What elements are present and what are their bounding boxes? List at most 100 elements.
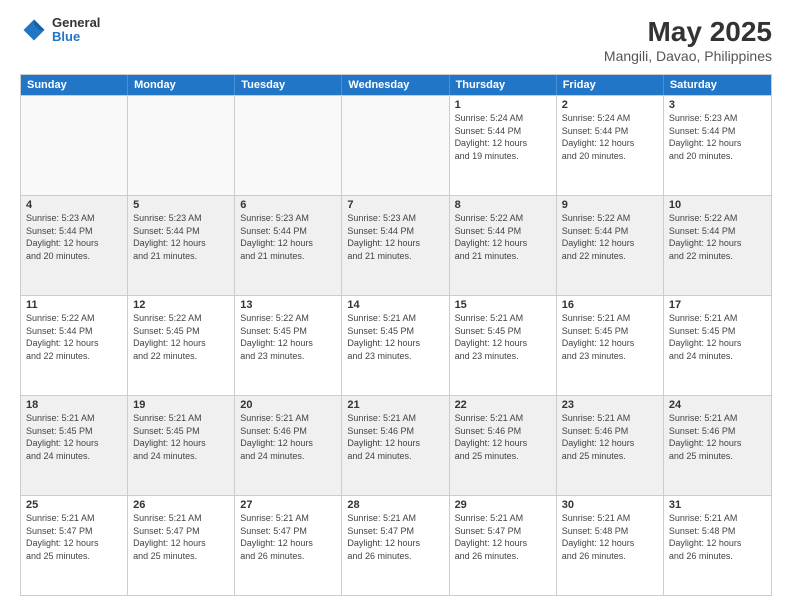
day-cell-4: 4Sunrise: 5:23 AMSunset: 5:44 PMDaylight…: [21, 196, 128, 295]
day-cell-16: 16Sunrise: 5:21 AMSunset: 5:45 PMDayligh…: [557, 296, 664, 395]
day-cell-3: 3Sunrise: 5:23 AMSunset: 5:44 PMDaylight…: [664, 96, 771, 195]
empty-cell: [21, 96, 128, 195]
day-number: 11: [26, 299, 122, 311]
day-number: 16: [562, 299, 658, 311]
calendar-header: SundayMondayTuesdayWednesdayThursdayFrid…: [21, 75, 771, 95]
day-number: 23: [562, 399, 658, 411]
page: General Blue May 2025 Mangili, Davao, Ph…: [0, 0, 792, 612]
day-number: 12: [133, 299, 229, 311]
calendar-subtitle: Mangili, Davao, Philippines: [604, 48, 772, 64]
day-number: 20: [240, 399, 336, 411]
day-number: 24: [669, 399, 766, 411]
day-info: Sunrise: 5:23 AMSunset: 5:44 PMDaylight:…: [133, 212, 229, 262]
logo-text: General Blue: [52, 16, 100, 45]
day-info: Sunrise: 5:22 AMSunset: 5:44 PMDaylight:…: [669, 212, 766, 262]
day-info: Sunrise: 5:21 AMSunset: 5:47 PMDaylight:…: [133, 512, 229, 562]
day-info: Sunrise: 5:23 AMSunset: 5:44 PMDaylight:…: [26, 212, 122, 262]
day-number: 13: [240, 299, 336, 311]
week-row-5: 25Sunrise: 5:21 AMSunset: 5:47 PMDayligh…: [21, 495, 771, 595]
day-cell-22: 22Sunrise: 5:21 AMSunset: 5:46 PMDayligh…: [450, 396, 557, 495]
day-info: Sunrise: 5:21 AMSunset: 5:45 PMDaylight:…: [455, 312, 551, 362]
day-number: 22: [455, 399, 551, 411]
day-info: Sunrise: 5:21 AMSunset: 5:46 PMDaylight:…: [347, 412, 443, 462]
day-number: 28: [347, 499, 443, 511]
day-info: Sunrise: 5:21 AMSunset: 5:48 PMDaylight:…: [562, 512, 658, 562]
day-cell-6: 6Sunrise: 5:23 AMSunset: 5:44 PMDaylight…: [235, 196, 342, 295]
header: General Blue May 2025 Mangili, Davao, Ph…: [20, 16, 772, 64]
day-cell-30: 30Sunrise: 5:21 AMSunset: 5:48 PMDayligh…: [557, 496, 664, 595]
day-info: Sunrise: 5:21 AMSunset: 5:45 PMDaylight:…: [26, 412, 122, 462]
day-cell-9: 9Sunrise: 5:22 AMSunset: 5:44 PMDaylight…: [557, 196, 664, 295]
day-cell-1: 1Sunrise: 5:24 AMSunset: 5:44 PMDaylight…: [450, 96, 557, 195]
day-number: 3: [669, 99, 766, 111]
day-cell-29: 29Sunrise: 5:21 AMSunset: 5:47 PMDayligh…: [450, 496, 557, 595]
logo: General Blue: [20, 16, 100, 45]
day-cell-15: 15Sunrise: 5:21 AMSunset: 5:45 PMDayligh…: [450, 296, 557, 395]
calendar-title: May 2025: [604, 16, 772, 48]
day-info: Sunrise: 5:22 AMSunset: 5:44 PMDaylight:…: [562, 212, 658, 262]
header-day-friday: Friday: [557, 75, 664, 95]
day-info: Sunrise: 5:22 AMSunset: 5:44 PMDaylight:…: [26, 312, 122, 362]
header-day-saturday: Saturday: [664, 75, 771, 95]
day-info: Sunrise: 5:21 AMSunset: 5:45 PMDaylight:…: [347, 312, 443, 362]
day-cell-12: 12Sunrise: 5:22 AMSunset: 5:45 PMDayligh…: [128, 296, 235, 395]
day-cell-27: 27Sunrise: 5:21 AMSunset: 5:47 PMDayligh…: [235, 496, 342, 595]
day-info: Sunrise: 5:21 AMSunset: 5:45 PMDaylight:…: [669, 312, 766, 362]
day-info: Sunrise: 5:21 AMSunset: 5:46 PMDaylight:…: [562, 412, 658, 462]
day-number: 15: [455, 299, 551, 311]
day-number: 17: [669, 299, 766, 311]
day-info: Sunrise: 5:23 AMSunset: 5:44 PMDaylight:…: [347, 212, 443, 262]
week-row-3: 11Sunrise: 5:22 AMSunset: 5:44 PMDayligh…: [21, 295, 771, 395]
day-number: 18: [26, 399, 122, 411]
day-cell-23: 23Sunrise: 5:21 AMSunset: 5:46 PMDayligh…: [557, 396, 664, 495]
day-number: 8: [455, 199, 551, 211]
empty-cell: [235, 96, 342, 195]
day-cell-21: 21Sunrise: 5:21 AMSunset: 5:46 PMDayligh…: [342, 396, 449, 495]
day-number: 7: [347, 199, 443, 211]
header-day-sunday: Sunday: [21, 75, 128, 95]
day-number: 5: [133, 199, 229, 211]
day-info: Sunrise: 5:21 AMSunset: 5:45 PMDaylight:…: [562, 312, 658, 362]
calendar-body: 1Sunrise: 5:24 AMSunset: 5:44 PMDaylight…: [21, 95, 771, 595]
day-number: 29: [455, 499, 551, 511]
day-cell-13: 13Sunrise: 5:22 AMSunset: 5:45 PMDayligh…: [235, 296, 342, 395]
day-info: Sunrise: 5:22 AMSunset: 5:45 PMDaylight:…: [133, 312, 229, 362]
day-info: Sunrise: 5:21 AMSunset: 5:45 PMDaylight:…: [133, 412, 229, 462]
day-cell-31: 31Sunrise: 5:21 AMSunset: 5:48 PMDayligh…: [664, 496, 771, 595]
day-info: Sunrise: 5:21 AMSunset: 5:47 PMDaylight:…: [26, 512, 122, 562]
day-cell-18: 18Sunrise: 5:21 AMSunset: 5:45 PMDayligh…: [21, 396, 128, 495]
day-cell-28: 28Sunrise: 5:21 AMSunset: 5:47 PMDayligh…: [342, 496, 449, 595]
day-info: Sunrise: 5:21 AMSunset: 5:46 PMDaylight:…: [455, 412, 551, 462]
day-cell-2: 2Sunrise: 5:24 AMSunset: 5:44 PMDaylight…: [557, 96, 664, 195]
logo-general: General: [52, 16, 100, 30]
week-row-2: 4Sunrise: 5:23 AMSunset: 5:44 PMDaylight…: [21, 195, 771, 295]
empty-cell: [342, 96, 449, 195]
day-info: Sunrise: 5:24 AMSunset: 5:44 PMDaylight:…: [455, 112, 551, 162]
day-info: Sunrise: 5:22 AMSunset: 5:45 PMDaylight:…: [240, 312, 336, 362]
empty-cell: [128, 96, 235, 195]
calendar: SundayMondayTuesdayWednesdayThursdayFrid…: [20, 74, 772, 596]
logo-icon: [20, 16, 48, 44]
day-number: 30: [562, 499, 658, 511]
header-day-monday: Monday: [128, 75, 235, 95]
day-info: Sunrise: 5:21 AMSunset: 5:47 PMDaylight:…: [240, 512, 336, 562]
header-day-wednesday: Wednesday: [342, 75, 449, 95]
week-row-4: 18Sunrise: 5:21 AMSunset: 5:45 PMDayligh…: [21, 395, 771, 495]
day-number: 19: [133, 399, 229, 411]
day-cell-8: 8Sunrise: 5:22 AMSunset: 5:44 PMDaylight…: [450, 196, 557, 295]
day-cell-10: 10Sunrise: 5:22 AMSunset: 5:44 PMDayligh…: [664, 196, 771, 295]
day-number: 4: [26, 199, 122, 211]
header-day-thursday: Thursday: [450, 75, 557, 95]
day-number: 1: [455, 99, 551, 111]
day-cell-25: 25Sunrise: 5:21 AMSunset: 5:47 PMDayligh…: [21, 496, 128, 595]
day-number: 14: [347, 299, 443, 311]
day-cell-14: 14Sunrise: 5:21 AMSunset: 5:45 PMDayligh…: [342, 296, 449, 395]
day-info: Sunrise: 5:21 AMSunset: 5:46 PMDaylight:…: [240, 412, 336, 462]
day-cell-7: 7Sunrise: 5:23 AMSunset: 5:44 PMDaylight…: [342, 196, 449, 295]
day-cell-20: 20Sunrise: 5:21 AMSunset: 5:46 PMDayligh…: [235, 396, 342, 495]
day-info: Sunrise: 5:23 AMSunset: 5:44 PMDaylight:…: [669, 112, 766, 162]
day-cell-17: 17Sunrise: 5:21 AMSunset: 5:45 PMDayligh…: [664, 296, 771, 395]
logo-blue: Blue: [52, 30, 100, 44]
day-info: Sunrise: 5:24 AMSunset: 5:44 PMDaylight:…: [562, 112, 658, 162]
day-cell-24: 24Sunrise: 5:21 AMSunset: 5:46 PMDayligh…: [664, 396, 771, 495]
